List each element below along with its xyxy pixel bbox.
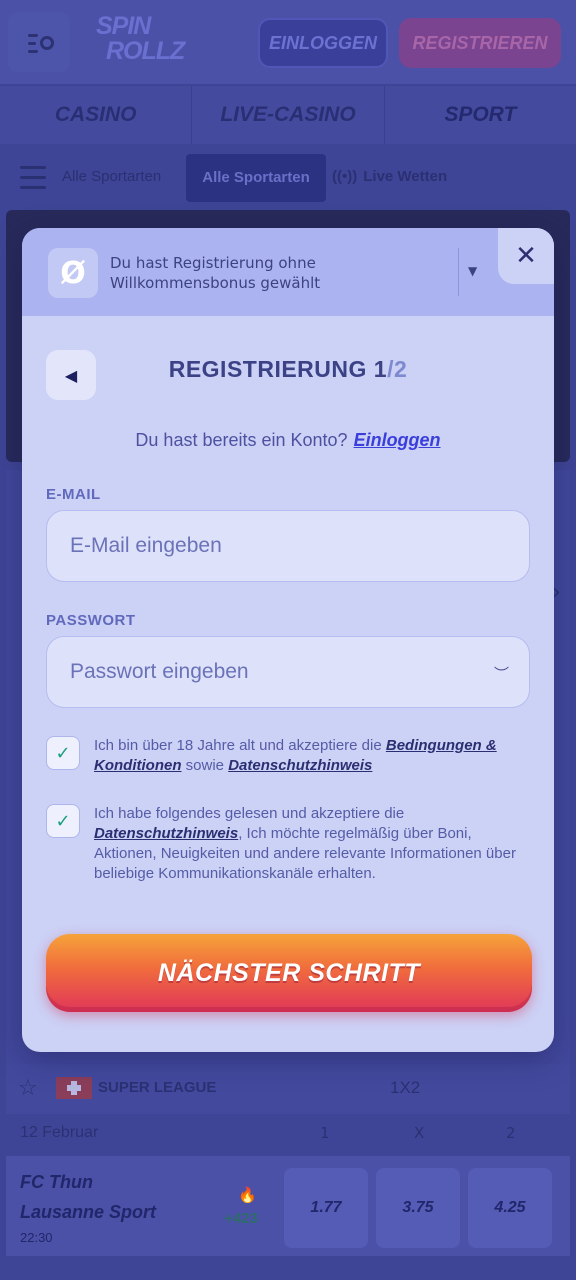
terms-text-1: Ich bin über 18 Jahre alt und akzeptiere… — [94, 737, 382, 754]
fire-icon: 🔥 — [238, 1186, 257, 1204]
team-home: FC Thun — [20, 1172, 93, 1192]
odd-home[interactable]: 1.77 — [284, 1168, 368, 1248]
all-sports-active-tab[interactable]: Alle Sportarten — [186, 154, 326, 202]
marketing-consent: ✓ Ich habe folgendes gelesen und akzepti… — [46, 804, 536, 908]
privacy-link-2[interactable]: Datenschutzhinweis — [94, 825, 238, 842]
league-name: SUPER LEAGUE — [98, 1079, 217, 1096]
menu-search-button[interactable] — [8, 12, 70, 72]
column-home: 1 — [320, 1124, 330, 1142]
live-bets-label: Live Wetten — [363, 168, 448, 185]
have-account-line: Du hast bereits ein Konto? Einloggen — [22, 430, 554, 451]
register-button[interactable]: REGISTRIEREN — [399, 18, 561, 68]
email-label: E-MAIL — [46, 486, 101, 503]
close-button[interactable]: ✕ — [498, 228, 554, 284]
menu-line-icon — [28, 34, 38, 37]
terms-text: Ich bin über 18 Jahre alt und akzeptiere… — [94, 736, 536, 776]
match-row[interactable]: FC Thun Lausanne Sport 22:30 🔥 +423 1.77… — [6, 1156, 570, 1256]
divider — [458, 248, 459, 296]
more-markets[interactable]: +423 — [224, 1210, 258, 1227]
live-bets-link[interactable]: ((•)) Live Wetten — [332, 168, 447, 185]
registration-modal: Ø Du hast Registrierung ohne Willkommens… — [22, 228, 554, 1052]
check-icon: ✓ — [55, 810, 71, 832]
marketing-text-1: Ich habe folgendes gelesen und akzeptier… — [94, 805, 405, 822]
tab-live-casino[interactable]: LIVE-CASINO — [192, 86, 385, 144]
terms-consent: ✓ Ich bin über 18 Jahre alt und akzeptie… — [46, 736, 536, 780]
password-label: PASSWORT — [46, 612, 136, 629]
logo-line-1: SPIN — [96, 12, 151, 40]
all-sports-link[interactable]: Alle Sportarten — [62, 168, 161, 185]
top-bar: SPIN ROLLZ EINLOGGEN REGISTRIEREN — [0, 0, 576, 84]
modal-title: REGISTRIERUNG 1/2 — [22, 356, 554, 383]
swiss-flag-icon — [56, 1077, 92, 1099]
date-bar: 12 Februar 1 X 2 — [6, 1114, 570, 1154]
tab-sport[interactable]: SPORT — [385, 86, 576, 144]
login-button[interactable]: EINLOGGEN — [258, 18, 388, 68]
menu-line-icon — [28, 42, 36, 45]
no-bonus-icon: Ø — [48, 248, 98, 298]
login-link[interactable]: Einloggen — [354, 430, 441, 450]
sport-nav: Alle Sportarten Alle Sportarten ((•)) Liv… — [0, 150, 576, 206]
marketing-text: Ich habe folgendes gelesen und akzeptier… — [94, 804, 536, 884]
favorite-star-icon[interactable]: ☆ — [18, 1076, 38, 1101]
odd-draw[interactable]: 3.75 — [376, 1168, 460, 1248]
league-header: ☆ SUPER LEAGUE 1X2 — [6, 1064, 570, 1114]
column-draw: X — [414, 1124, 425, 1142]
next-step-button[interactable]: NÄCHSTER SCHRITT — [46, 934, 532, 1012]
email-placeholder: E-Mail eingeben — [70, 534, 222, 557]
bonus-selection-text: Du hast Registrierung ohne Willkommensbo… — [110, 254, 321, 292]
title-step-total: 2 — [393, 356, 408, 382]
title-slash: / — [387, 356, 394, 382]
check-icon: ✓ — [55, 742, 71, 764]
category-tabs: CASINO LIVE-CASINO SPORT — [0, 86, 576, 144]
tab-casino[interactable]: CASINO — [0, 86, 193, 144]
sport-menu-icon[interactable] — [20, 166, 46, 190]
terms-text-2: sowie — [185, 757, 225, 774]
title-main: REGISTRIERUNG 1 — [168, 356, 388, 382]
password-placeholder: Passwort eingeben — [70, 660, 249, 683]
odd-away[interactable]: 4.25 — [468, 1168, 552, 1248]
terms-checkbox[interactable]: ✓ — [46, 736, 80, 770]
marketing-checkbox[interactable]: ✓ — [46, 804, 80, 838]
match-date: 12 Februar — [20, 1124, 99, 1141]
menu-line-icon — [28, 50, 38, 53]
email-field[interactable]: E-Mail eingeben — [46, 510, 530, 582]
market-select[interactable]: 1X2 — [390, 1078, 420, 1098]
column-away: 2 — [506, 1124, 516, 1142]
bonus-selector[interactable]: Ø Du hast Registrierung ohne Willkommens… — [22, 228, 554, 316]
live-signal-icon: ((•)) — [332, 168, 358, 185]
chevron-down-icon[interactable]: ▼ — [468, 264, 477, 278]
logo[interactable]: SPIN ROLLZ — [96, 14, 188, 70]
team-away: Lausanne Sport — [20, 1202, 157, 1222]
search-icon — [40, 36, 54, 50]
eye-closed-icon[interactable]: ︶ — [494, 663, 509, 684]
logo-line-2: ROLLZ — [106, 37, 185, 65]
close-icon: ✕ — [515, 241, 537, 271]
have-account-text: Du hast bereits ein Konto? — [135, 430, 348, 450]
privacy-link-1[interactable]: Datenschutzhinweis — [228, 757, 372, 774]
password-field[interactable]: Passwort eingeben ︶ — [46, 636, 530, 708]
match-time: 22:30 — [20, 1230, 53, 1245]
